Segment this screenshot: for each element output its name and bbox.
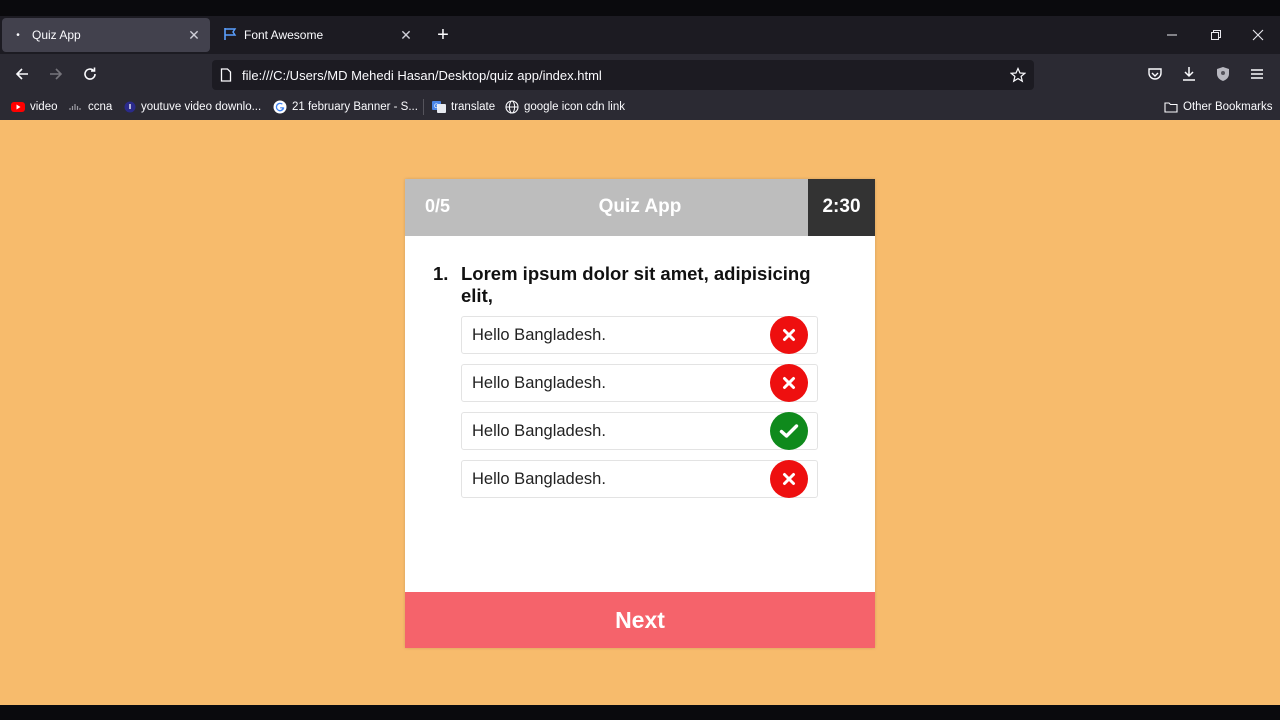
extension-shield-icon[interactable] (1209, 60, 1237, 88)
file-icon (220, 68, 232, 82)
bookmark-label: youtuve video downlo... (141, 101, 262, 113)
answer-option-text: Hello Bangladesh. (472, 470, 606, 488)
minimize-button[interactable] (1150, 16, 1194, 54)
bookmarks-toolbar: video ccna youtuve video downlo... 21 fe… (0, 94, 1280, 120)
other-bookmarks-label: Other Bookmarks (1183, 101, 1273, 113)
folder-icon (1164, 101, 1178, 113)
bookmark-label: google icon cdn link (524, 101, 626, 113)
countdown-timer: 2:30 (808, 179, 875, 236)
bookmark-video-downloader[interactable]: youtuve video downlo... (124, 98, 261, 116)
bookmark-star-icon[interactable] (1010, 67, 1026, 83)
forward-button[interactable] (42, 60, 70, 88)
question: 1. Lorem ipsum dolor sit amet, adipisici… (433, 263, 833, 307)
back-button[interactable] (8, 60, 36, 88)
page-viewport: Quiz App 0/5 2:30 1. Lorem ipsum dolor s… (0, 120, 1280, 705)
question-text: Lorem ipsum dolor sit amet, adipisicing … (461, 263, 811, 306)
quiz-card: Quiz App 0/5 2:30 1. Lorem ipsum dolor s… (405, 179, 875, 648)
flag-icon (220, 27, 240, 44)
address-bar[interactable]: file:///C:/Users/MD Mehedi Hasan/Desktop… (212, 60, 1034, 90)
bookmark-label: video (30, 101, 58, 113)
bookmark-label: translate (451, 101, 496, 113)
next-button[interactable]: Next (405, 592, 875, 648)
tab-font-awesome[interactable]: Font Awesome ✕ (214, 18, 422, 52)
svg-text:G: G (434, 104, 439, 110)
answer-option[interactable]: Hello Bangladesh. (461, 364, 818, 402)
times-icon (770, 460, 808, 498)
check-icon (770, 412, 808, 450)
new-tab-button[interactable]: + (430, 22, 456, 48)
close-tab-icon[interactable]: ✕ (394, 27, 418, 44)
title-strip (0, 0, 1280, 16)
globe-icon (505, 100, 519, 114)
tab-quiz-app[interactable]: • Quiz App ✕ (2, 18, 210, 52)
taskbar-strip (0, 705, 1280, 720)
quiz-header: Quiz App 0/5 2:30 (405, 179, 875, 236)
menu-icon[interactable] (1243, 60, 1271, 88)
question-number: 1. (433, 263, 449, 284)
answer-option[interactable]: Hello Bangladesh. (461, 460, 818, 498)
url-text[interactable]: file:///C:/Users/MD Mehedi Hasan/Desktop… (242, 68, 1010, 83)
translate-icon: G (432, 100, 446, 114)
other-bookmarks[interactable]: Other Bookmarks (1164, 98, 1272, 116)
score-counter: 0/5 (425, 196, 451, 216)
bookmark-translate[interactable]: G translate (432, 98, 495, 116)
bookmark-ccna[interactable]: ccna (69, 98, 112, 116)
times-icon (770, 316, 808, 354)
bookmarks-separator (423, 99, 424, 115)
page-dot-icon: • (16, 29, 20, 41)
times-icon (770, 364, 808, 402)
tab-title: Font Awesome (244, 28, 324, 42)
download-site-icon (124, 101, 136, 113)
answer-option-text: Hello Bangladesh. (472, 422, 606, 440)
close-tab-icon[interactable]: ✕ (182, 27, 206, 44)
answer-option-text: Hello Bangladesh. (472, 326, 606, 344)
bookmark-label: ccna (88, 101, 113, 113)
tab-bar: • Quiz App ✕ Font Awesome ✕ + (0, 16, 1280, 54)
nav-bar: file:///C:/Users/MD Mehedi Hasan/Desktop… (0, 54, 1280, 94)
restore-button[interactable] (1194, 16, 1238, 54)
bookmark-label: 21 february Banner - S... (292, 101, 418, 113)
close-window-button[interactable] (1236, 16, 1280, 54)
bookmark-banner[interactable]: 21 february Banner - S... (273, 98, 418, 116)
tab-title: Quiz App (32, 28, 81, 42)
quiz-title: Quiz App (598, 196, 682, 217)
answer-option[interactable]: Hello Bangladesh. (461, 412, 818, 450)
pocket-icon[interactable] (1141, 60, 1169, 88)
bookmark-video[interactable]: video (11, 98, 58, 116)
youtube-icon (11, 102, 25, 112)
browser-chrome: • Quiz App ✕ Font Awesome ✕ + file:///C:… (0, 0, 1280, 120)
downloads-icon[interactable] (1175, 60, 1203, 88)
google-icon (273, 100, 287, 114)
cisco-icon (69, 102, 83, 112)
answer-option[interactable]: Hello Bangladesh. (461, 316, 818, 354)
answer-option-text: Hello Bangladesh. (472, 374, 606, 392)
reload-button[interactable] (76, 60, 104, 88)
bookmark-google-icon-cdn[interactable]: google icon cdn link (505, 98, 625, 116)
